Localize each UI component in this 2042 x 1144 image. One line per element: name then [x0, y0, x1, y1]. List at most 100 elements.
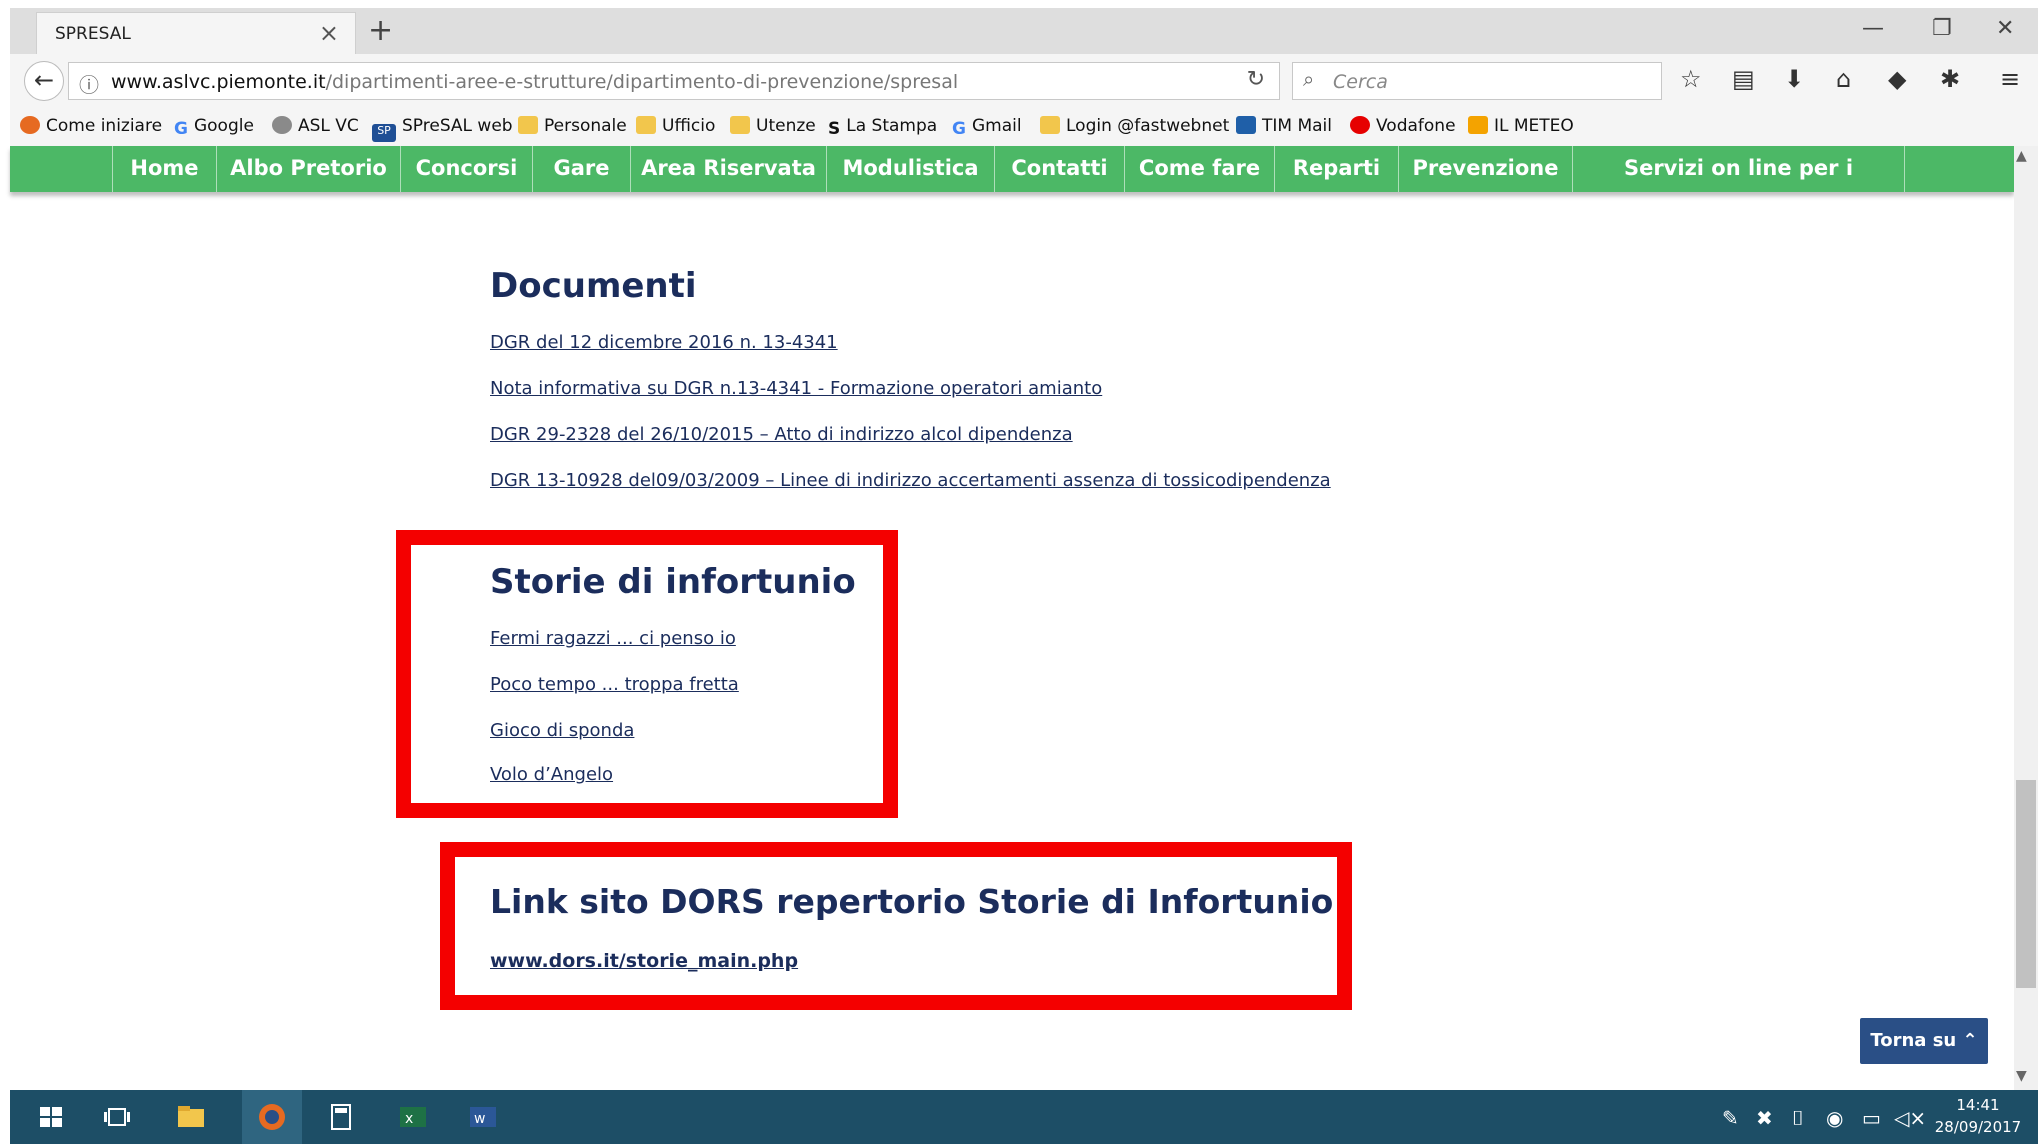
storia-link[interactable]: Fermi ragazzi ... ci penso io [490, 628, 736, 649]
windows-start-icon[interactable] [34, 1102, 68, 1132]
bookmark-item[interactable]: Ufficio [636, 116, 715, 136]
word-icon[interactable]: w [466, 1102, 500, 1132]
storia-link[interactable]: Gioco di sponda [490, 720, 634, 741]
storia-link[interactable]: Volo d’Angelo [490, 764, 613, 785]
globe-icon [272, 116, 292, 134]
bookmark-label: La Stampa [846, 116, 938, 136]
bookmark-item[interactable]: G Gmail [952, 116, 1022, 139]
tray-app-icon[interactable]: ✎ [1722, 1106, 1739, 1130]
task-view-icon[interactable] [100, 1102, 134, 1132]
tray-app-icon[interactable]: ◉ [1826, 1106, 1843, 1130]
browser-tab[interactable]: SPRESAL × [36, 12, 356, 54]
search-bar[interactable]: ⌕ Cerca [1292, 62, 1662, 100]
pocket-icon[interactable]: ◆ [1888, 65, 1906, 93]
url-bar[interactable]: ⓘ www.aslvc.piemonte.it/dipartimenti-are… [68, 62, 1280, 100]
bookmark-label: Vodafone [1376, 116, 1456, 136]
bookmarks-toolbar: Come iniziare G Google ASL VC SP SPreSAL w… [10, 108, 2038, 147]
svg-text:w: w [474, 1111, 485, 1127]
excel-icon[interactable]: x [396, 1102, 430, 1132]
bookmark-item[interactable]: ASL VC [272, 116, 359, 136]
restore-icon[interactable]: ❐ [1932, 16, 1952, 41]
folder-icon [730, 116, 750, 134]
menu-item-come-fare[interactable]: Come fare [1125, 146, 1275, 192]
bookmark-label: Login @fastwebnet [1066, 116, 1230, 136]
vodafone-icon [1350, 116, 1370, 134]
bookmark-item[interactable]: IL METEO [1468, 116, 1574, 136]
menu-item-servizi-online[interactable]: Servizi on line per i cittadini [1573, 146, 1905, 224]
url-text[interactable]: www.aslvc.piemonte.it/dipartimenti-aree-… [111, 71, 958, 93]
spresal-icon: SP [372, 124, 396, 142]
volume-muted-icon[interactable]: ◁× [1894, 1106, 1926, 1130]
home-icon[interactable]: ⌂ [1836, 65, 1851, 93]
download-icon[interactable]: ⬇ [1784, 65, 1804, 93]
scroll-down-icon[interactable]: ▼ [2016, 1068, 2027, 1084]
new-tab-icon[interactable]: + [368, 16, 393, 46]
menu-item-albo-pretorio[interactable]: Albo Pretorio [217, 146, 401, 192]
scrollbar-thumb[interactable] [2016, 780, 2036, 988]
la-stampa-icon: S [828, 119, 841, 139]
star-bookmark-icon[interactable]: ☆ [1680, 65, 1702, 93]
highlight-box-dors [440, 842, 1352, 1010]
bookmark-item[interactable]: G Google [174, 116, 254, 139]
folder-icon [636, 116, 656, 134]
calculator-icon[interactable] [324, 1102, 358, 1132]
bookmark-item[interactable]: TIM Mail [1236, 116, 1332, 136]
back-arrow-icon[interactable]: ← [24, 61, 64, 101]
site-main-menu: Home Albo Pretorio Concorsi Gare Area Ri… [10, 146, 2014, 224]
system-clock[interactable]: 14:41 28/09/2017 [1928, 1094, 2028, 1138]
bookmark-label: Google [193, 116, 254, 136]
reading-list-icon[interactable]: ▤ [1732, 65, 1755, 93]
menu-item-prevenzione[interactable]: Prevenzione [1399, 146, 1573, 192]
bookmark-label: TIM Mail [1262, 116, 1333, 136]
dors-link[interactable]: www.dors.it/storie_main.php [490, 950, 798, 972]
bookmark-item[interactable]: Login @fastwebnet [1040, 116, 1229, 136]
documenti-heading: Documenti [490, 266, 697, 306]
chevron-up-icon: ⌃ [1962, 1030, 1978, 1051]
info-icon[interactable]: ⓘ [79, 69, 99, 98]
document-link[interactable]: Nota informativa su DGR n.13-4341 - Form… [490, 378, 1102, 399]
bookmark-item[interactable]: Come iniziare [20, 116, 162, 136]
menu-item-concorsi[interactable]: Concorsi [401, 146, 533, 192]
svg-text:x: x [405, 1111, 413, 1127]
bookmark-label: Utenze [756, 116, 816, 136]
bookmark-item[interactable]: S La Stampa [828, 116, 938, 139]
minimize-icon[interactable]: — [1862, 16, 1884, 41]
meteo-icon [1468, 116, 1488, 134]
mail-login-icon [1040, 116, 1060, 134]
bookmark-label: Come iniziare [46, 116, 163, 136]
windows-taskbar: x w ✎ ✖ ⌷ ◉ ▭ ◁× 14:41 28/09/2017 [10, 1090, 2038, 1144]
back-to-top-button[interactable]: Torna su ⌃ [1860, 1018, 1988, 1064]
menu-hamburger-icon[interactable]: ≡ [2000, 65, 2020, 93]
bookmark-item[interactable]: Personale [518, 116, 627, 136]
storia-link[interactable]: Poco tempo ... troppa fretta [490, 674, 739, 695]
menu-item-modulistica[interactable]: Modulistica [827, 146, 995, 192]
bookmark-label: ASL VC [298, 116, 359, 136]
document-link[interactable]: DGR 13-10928 del09/03/2009 – Linee di in… [490, 470, 1331, 491]
tray-app-icon[interactable]: ✖ [1756, 1106, 1773, 1130]
firefox-icon[interactable] [255, 1102, 289, 1132]
bookmark-label: Ufficio [662, 116, 716, 136]
bookmark-item[interactable]: Utenze [730, 116, 816, 136]
usb-icon[interactable]: ⌷ [1792, 1106, 1804, 1130]
bookmark-item[interactable]: Vodafone [1350, 116, 1456, 136]
menu-item-home[interactable]: Home [113, 146, 217, 192]
tim-mail-icon [1236, 116, 1256, 134]
document-link[interactable]: DGR 29-2328 del 26/10/2015 – Atto di ind… [490, 424, 1073, 445]
menu-item-contatti[interactable]: Contatti [995, 146, 1125, 192]
tab-title: SPRESAL [55, 24, 131, 44]
close-window-icon[interactable]: ✕ [1996, 16, 2014, 41]
bookmark-item[interactable]: SP SPreSAL web [372, 116, 513, 142]
menu-item-gare[interactable]: Gare [533, 146, 631, 192]
network-icon[interactable]: ▭ [1862, 1106, 1881, 1130]
dors-heading: Link sito DORS repertorio Storie di Info… [490, 882, 1334, 921]
storie-heading: Storie di infortunio [490, 562, 856, 602]
reload-icon[interactable]: ↻ [1247, 67, 1265, 92]
scroll-up-icon[interactable]: ▲ [2016, 148, 2027, 164]
menu-item-area-riservata[interactable]: Area Riservata [631, 146, 827, 192]
extension-icon[interactable]: ✱ [1940, 65, 1960, 93]
close-tab-icon[interactable]: × [319, 19, 339, 47]
document-link[interactable]: DGR del 12 dicembre 2016 n. 13-4341 [490, 332, 838, 353]
menu-item-reparti[interactable]: Reparti [1275, 146, 1399, 192]
file-explorer-icon[interactable] [174, 1102, 208, 1132]
clock-time: 14:41 [1956, 1096, 2000, 1114]
